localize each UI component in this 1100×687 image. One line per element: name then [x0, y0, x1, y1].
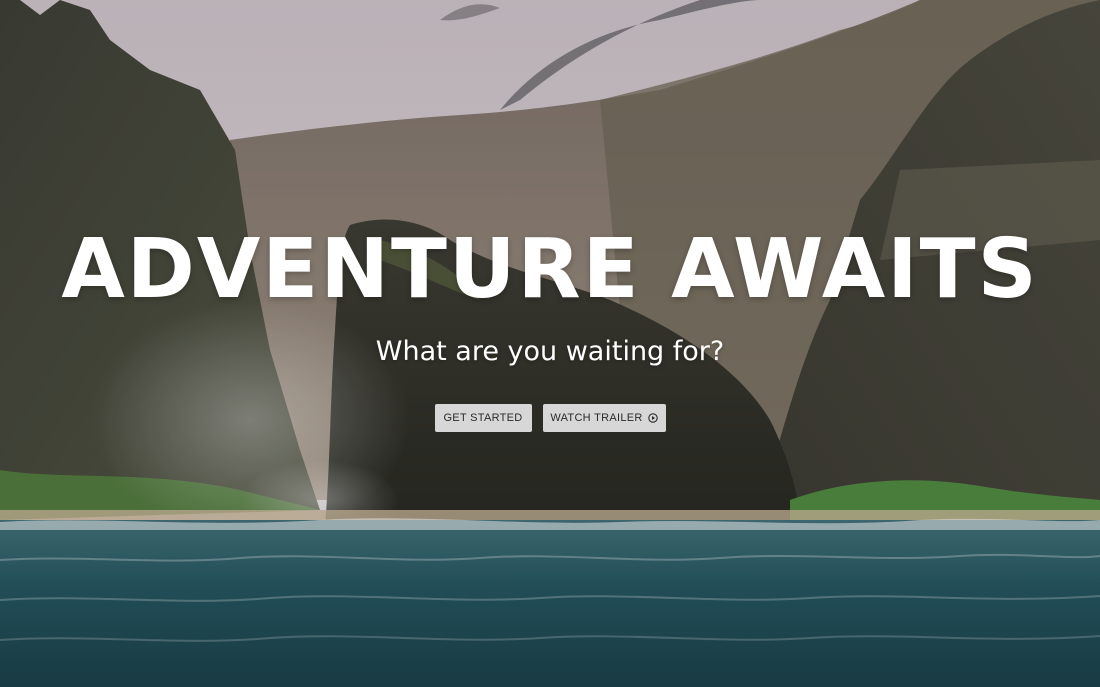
hero-actions: GET STARTED WATCH TRAILER [0, 404, 1100, 432]
hero-headline: ADVENTURE AWAITS [61, 222, 1039, 317]
get-started-button[interactable]: GET STARTED [434, 404, 532, 432]
hero-section: ADVENTURE AWAITS What are you waiting fo… [0, 0, 1100, 687]
hero-content: ADVENTURE AWAITS What are you waiting fo… [0, 222, 1100, 432]
play-circle-icon [647, 413, 658, 423]
watch-trailer-label: WATCH TRAILER [550, 412, 643, 424]
watch-trailer-button[interactable]: WATCH TRAILER [542, 404, 666, 432]
hero-subheadline: What are you waiting for? [375, 336, 725, 367]
get-started-label: GET STARTED [443, 412, 523, 424]
